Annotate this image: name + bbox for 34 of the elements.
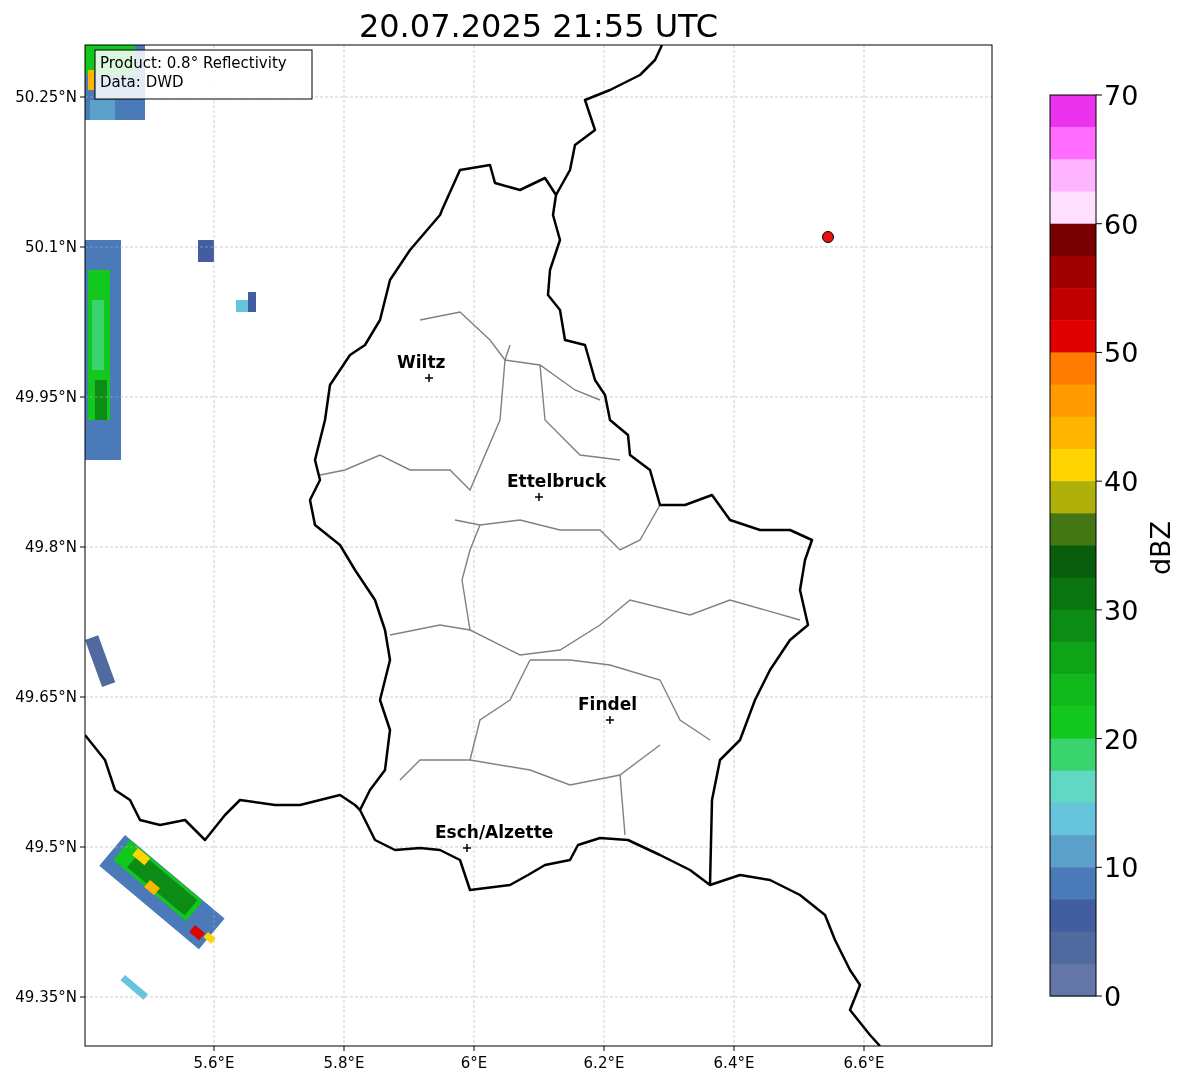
colorbar-tick-label: 0 <box>1104 981 1122 1012</box>
colorbar-tick-label: 40 <box>1104 466 1139 498</box>
city-label: Ettelbruck <box>507 471 607 491</box>
y-tick-label: 50.25°N <box>15 88 77 106</box>
x-tick-label: 5.8°E <box>323 1054 365 1072</box>
y-tick-label: 49.65°N <box>15 688 77 706</box>
x-tick-label: 5.6°E <box>193 1054 235 1072</box>
x-tick-label: 6.4°E <box>713 1054 755 1072</box>
y-tick-label: 49.95°N <box>15 388 77 406</box>
y-tick-label: 49.35°N <box>15 988 77 1006</box>
city-marker-icon <box>424 373 434 383</box>
y-tick-label: 50.1°N <box>24 238 77 256</box>
colorbar-label: dBZ <box>1145 520 1176 576</box>
city-label: Wiltz <box>397 352 446 372</box>
city-label: Findel <box>578 694 638 714</box>
city-marker-icon <box>534 492 544 502</box>
info-text: Product: 0.8° Reflectivity <box>100 54 287 72</box>
x-tick-label: 6°E <box>460 1054 488 1072</box>
x-tick-label: 6.2°E <box>583 1054 625 1072</box>
info-text: Data: DWD <box>100 73 184 91</box>
colorbar-tick-label: 20 <box>1104 723 1139 755</box>
city-marker-icon <box>605 715 615 725</box>
colorbar-tick-label: 60 <box>1104 208 1139 240</box>
colorbar-tick-label: 50 <box>1104 337 1139 369</box>
city-marker-icon <box>462 843 472 853</box>
y-tick-label: 49.8°N <box>24 538 77 556</box>
colorbar-tick-label: 10 <box>1104 852 1139 884</box>
map-title: 20.07.2025 21:55 UTC <box>357 6 720 44</box>
colorbar-tick-label: 70 <box>1104 80 1139 111</box>
colorbar-tick-label: 30 <box>1104 594 1139 626</box>
x-tick-label: 6.6°E <box>843 1054 885 1072</box>
radar-site-marker <box>822 231 834 243</box>
city-label: Esch/Alzette <box>435 822 554 842</box>
y-tick-label: 49.5°N <box>24 838 77 856</box>
